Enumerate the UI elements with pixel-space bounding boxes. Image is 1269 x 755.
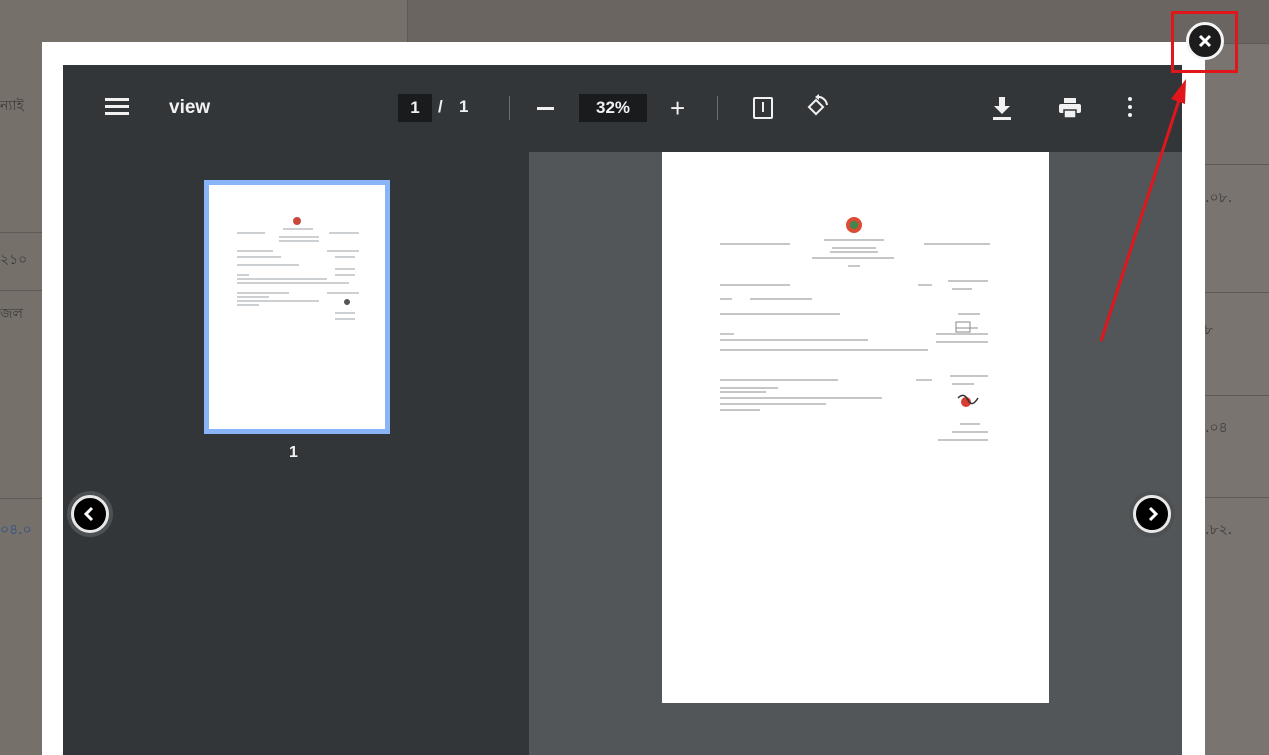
- annotation-arrow: [1099, 79, 1186, 342]
